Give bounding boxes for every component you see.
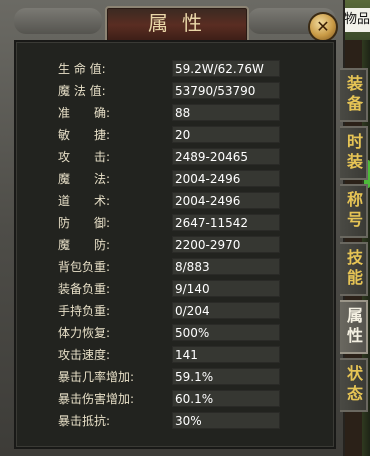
stat-row-magic: 魔 法: 2004-2496 — [58, 170, 283, 188]
tab-equipment[interactable]: 装备 — [340, 68, 368, 122]
stat-row-magic-defense: 魔 防: 2200-2970 — [58, 236, 283, 254]
stat-value: 59.1% — [175, 370, 214, 384]
tab-label: 属性 — [344, 307, 363, 347]
stat-label: 防 御: — [58, 216, 111, 230]
stat-value: 59.2W/62.76W — [175, 62, 264, 76]
tab-skills[interactable]: 技能 — [340, 242, 368, 296]
stat-value: 20 — [175, 128, 191, 142]
stat-row-stamina-recovery: 体力恢复: 500% — [58, 324, 283, 342]
stat-value: 8/883 — [175, 260, 210, 274]
tab-label: 装备 — [344, 75, 363, 115]
stat-label: 生 命 值: — [58, 62, 106, 76]
stat-row-agility: 敏 捷: 20 — [58, 126, 283, 144]
stat-value: 60.1% — [175, 392, 214, 406]
stat-row-accuracy: 准 确: 88 — [58, 104, 283, 122]
tab-fashion[interactable]: 时装 — [340, 126, 368, 180]
stat-value: 2647-11542 — [175, 216, 249, 230]
game-screen: 物品 属性 ✕ 生 命 值: 59.2W/62.76W 魔 法 值: 53790… — [0, 0, 370, 456]
stat-row-taoism: 道 术: 2004-2496 — [58, 192, 283, 210]
stat-row-crit-damage: 暴击伤害增加: 60.1% — [58, 390, 283, 408]
stat-label: 魔 法 值: — [58, 84, 106, 98]
tab-title[interactable]: 称号 — [340, 184, 368, 238]
stat-row-equip-weight: 装备负重: 9/140 — [58, 280, 283, 298]
stat-value: 0/204 — [175, 304, 210, 318]
stat-label: 暴击伤害增加: — [58, 392, 135, 406]
stat-label: 背包负重: — [58, 260, 111, 274]
stat-value: 2004-2496 — [175, 172, 241, 186]
stat-row-hand-weight: 手持负重: 0/204 — [58, 302, 283, 320]
stat-row-crit-resist: 暴击抵抗: 30% — [58, 412, 283, 430]
stat-label: 攻击速度: — [58, 348, 111, 362]
tab-label: 状态 — [344, 365, 363, 405]
stat-label: 魔 防: — [58, 238, 111, 252]
stat-label: 准 确: — [58, 106, 111, 120]
stat-label: 道 术: — [58, 194, 111, 208]
stat-row-bag-weight: 背包负重: 8/883 — [58, 258, 283, 276]
stat-label: 手持负重: — [58, 304, 111, 318]
stat-value: 88 — [175, 106, 191, 120]
stat-row-attack: 攻 击: 2489-20465 — [58, 148, 283, 166]
stat-label: 魔 法: — [58, 172, 111, 186]
stat-value: 9/140 — [175, 282, 210, 296]
tab-status[interactable]: 状态 — [340, 358, 368, 412]
stat-value: 2489-20465 — [175, 150, 249, 164]
tab-attributes[interactable]: 属性 — [340, 300, 368, 354]
stat-value: 2200-2970 — [175, 238, 241, 252]
stat-row-mp: 魔 法 值: 53790/53790 — [58, 82, 283, 100]
tab-label: 时装 — [344, 133, 363, 173]
stat-row-defense: 防 御: 2647-11542 — [58, 214, 283, 232]
scene-side-label: 物品 — [342, 8, 370, 32]
stat-value: 53790/53790 — [175, 84, 256, 98]
tab-label: 技能 — [344, 249, 363, 289]
stat-label: 敏 捷: — [58, 128, 111, 142]
stat-value: 141 — [175, 348, 198, 362]
stat-row-crit-chance: 暴击几率增加: 59.1% — [58, 368, 283, 386]
stat-label: 装备负重: — [58, 282, 111, 296]
stats-list: 生 命 值: 59.2W/62.76W 魔 法 值: 53790/53790 准… — [0, 0, 345, 456]
stat-value: 500% — [175, 326, 210, 340]
stat-row-attack-speed: 攻击速度: 141 — [58, 346, 283, 364]
stat-label: 攻 击: — [58, 150, 111, 164]
stat-label: 暴击抵抗: — [58, 414, 111, 428]
tab-label: 称号 — [344, 191, 363, 231]
stat-label: 暴击几率增加: — [58, 370, 135, 384]
stat-value: 30% — [175, 414, 202, 428]
stat-value: 2004-2496 — [175, 194, 241, 208]
stat-label: 体力恢复: — [58, 326, 111, 340]
stat-row-hp: 生 命 值: 59.2W/62.76W — [58, 60, 283, 78]
